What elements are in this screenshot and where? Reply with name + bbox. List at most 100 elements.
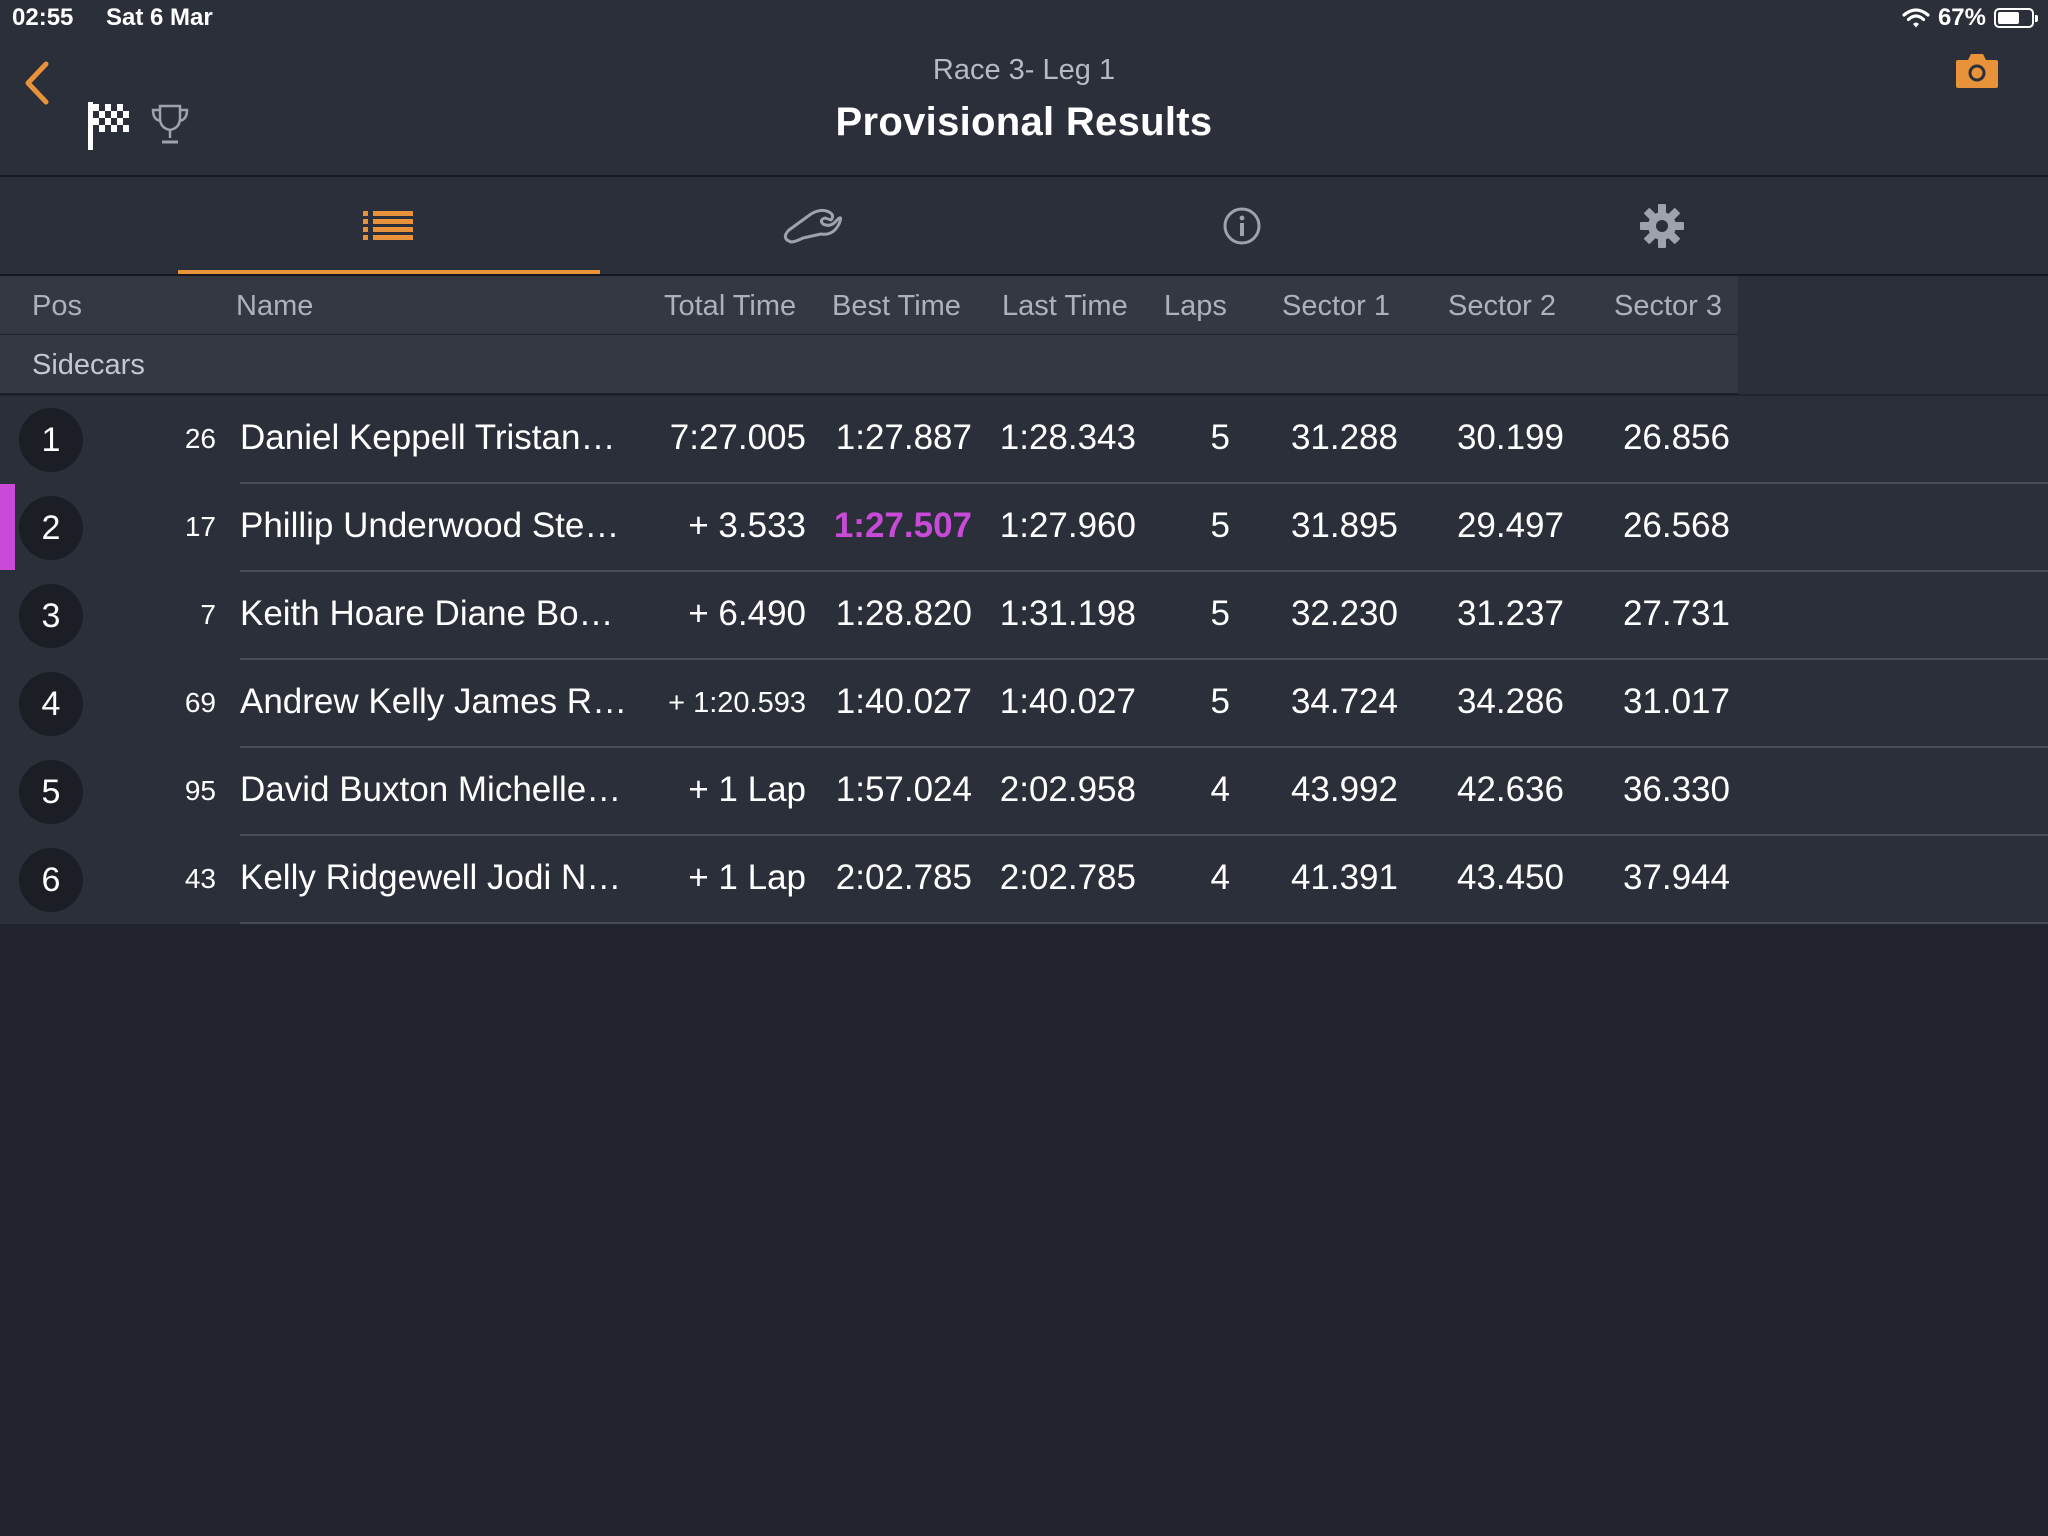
column-sector-3[interactable]: Sector 3 [1614, 290, 1722, 323]
position-badge: 5 [19, 760, 83, 824]
total-time: + 6.490 [688, 594, 806, 633]
rider-name: David Buxton Michelle… [240, 770, 622, 809]
navigation-header [0, 0, 2048, 177]
table-row[interactable]: 2 17 Phillip Underwood Ste… + 3.533 1:27.507… [0, 484, 2048, 572]
sector-2-time: 34.286 [1456, 682, 1564, 721]
last-time: 1:28.343 [999, 418, 1136, 457]
battery-icon [1994, 8, 2038, 28]
column-sector-2[interactable]: Sector 2 [1448, 290, 1556, 323]
race-number: 43 [184, 863, 216, 894]
list-icon [363, 210, 413, 240]
sector-2-time: 29.497 [1456, 506, 1564, 545]
table-row[interactable]: 4 69 Andrew Kelly James R… + 1:20.593 1:40.0… [0, 660, 2048, 748]
active-tab-indicator [178, 270, 600, 274]
table-row[interactable]: 6 43 Kelly Ridgewell Jodi N… + 1 Lap 2:02.78… [0, 836, 2048, 924]
sector-3-time: 37.944 [1622, 858, 1730, 897]
best-time: 1:28.820 [835, 594, 972, 633]
class-group-header: Sidecars [0, 335, 1738, 395]
tab-info[interactable] [1032, 177, 1452, 274]
column-last-time[interactable]: Last Time [1002, 290, 1128, 323]
last-time: 2:02.785 [999, 858, 1136, 897]
battery-level [1998, 12, 2019, 24]
sector-3-time: 27.731 [1622, 594, 1730, 633]
tab-track-map[interactable] [603, 177, 1023, 274]
status-indicators: 67% [1902, 4, 2038, 32]
column-name[interactable]: Name [236, 290, 313, 323]
last-time: 2:02.958 [999, 770, 1136, 809]
rider-name: Daniel Keppell Tristan… [240, 418, 616, 457]
sector-2-time: 30.199 [1456, 418, 1564, 457]
tab-results-list[interactable] [178, 177, 598, 274]
sector-2-time: 42.636 [1456, 770, 1564, 809]
position-badge: 1 [19, 408, 83, 472]
best-time: 1:27.887 [835, 418, 972, 457]
best-time: 2:02.785 [835, 858, 972, 897]
best-time: 1:40.027 [835, 682, 972, 721]
sector-1-time: 31.895 [1290, 506, 1398, 545]
sector-1-time: 41.391 [1290, 858, 1398, 897]
status-date: Sat 6 Mar [106, 4, 213, 31]
battery-percent: 67% [1937, 4, 1986, 31]
table-row[interactable]: 5 95 David Buxton Michelle… + 1 Lap 1:57.024… [0, 748, 2048, 836]
camera-button[interactable] [1954, 50, 2000, 95]
gear-icon [1640, 203, 1684, 248]
class-group-label: Sidecars [32, 349, 145, 381]
laps-count: 4 [1210, 770, 1230, 809]
sector-1-time: 43.992 [1290, 770, 1398, 809]
wifi-icon [1902, 8, 1930, 28]
table-row[interactable]: 3 7 Keith Hoare Diane Bo… + 6.490 1:28.820 1:… [0, 572, 2048, 660]
status-time: 02:55 [12, 4, 74, 31]
race-number: 17 [184, 511, 216, 542]
total-time: + 1 Lap [688, 858, 806, 897]
table-row[interactable]: 1 26 Daniel Keppell Tristan… 7:27.005 1:27.8… [0, 396, 2048, 484]
rider-name: Phillip Underwood Ste… [240, 506, 620, 545]
total-time: + 1:20.593 [668, 687, 806, 719]
best-time: 1:27.507 [833, 506, 972, 545]
results-table-header: Pos Name Total Time Best Time Last Time … [0, 276, 1738, 335]
total-time: + 1 Lap [688, 770, 806, 809]
laps-count: 5 [1210, 506, 1230, 545]
race-number: 69 [184, 687, 216, 718]
last-time: 1:27.960 [999, 506, 1136, 545]
column-total-time[interactable]: Total Time [664, 290, 796, 323]
sector-3-time: 36.330 [1622, 770, 1730, 809]
column-sector-1[interactable]: Sector 1 [1282, 290, 1390, 323]
tab-bar [0, 177, 2048, 276]
column-laps[interactable]: Laps [1164, 290, 1227, 323]
laps-count: 5 [1210, 682, 1230, 721]
position-badge: 4 [19, 672, 83, 736]
page-title: Provisional Results [835, 100, 1213, 144]
best-time: 1:57.024 [835, 770, 972, 809]
position-badge: 2 [19, 496, 83, 560]
laps-count: 4 [1210, 858, 1230, 897]
sector-1-time: 34.724 [1290, 682, 1398, 721]
sector-1-time: 32.230 [1290, 594, 1398, 633]
total-time: + 3.533 [688, 506, 806, 545]
column-pos[interactable]: Pos [32, 290, 82, 323]
rider-name: Kelly Ridgewell Jodi N… [240, 858, 622, 897]
fastest-lap-marker [0, 484, 15, 570]
camera-icon [1956, 54, 1998, 88]
race-subtitle: Race 3- Leg 1 [932, 54, 1116, 86]
sector-3-time: 26.568 [1622, 506, 1730, 545]
last-time: 1:40.027 [999, 682, 1136, 721]
position-badge: 6 [19, 848, 83, 912]
info-icon [1223, 207, 1261, 244]
sector-2-time: 43.450 [1456, 858, 1564, 897]
position-badge: 3 [19, 584, 83, 648]
sector-1-time: 31.288 [1290, 418, 1398, 457]
sector-2-time: 31.237 [1456, 594, 1564, 633]
race-number: 26 [184, 423, 216, 454]
race-number: 7 [200, 599, 216, 630]
last-time: 1:31.198 [999, 594, 1136, 633]
laps-count: 5 [1210, 418, 1230, 457]
race-number: 95 [184, 775, 216, 806]
rider-name: Andrew Kelly James R… [240, 682, 628, 721]
tab-settings[interactable] [1452, 177, 1872, 274]
sector-3-time: 26.856 [1622, 418, 1730, 457]
column-best-time[interactable]: Best Time [832, 290, 961, 323]
total-time: 7:27.005 [669, 418, 806, 457]
track-icon [783, 208, 843, 243]
rider-name: Keith Hoare Diane Bo… [240, 594, 614, 633]
sector-3-time: 31.017 [1622, 682, 1730, 721]
